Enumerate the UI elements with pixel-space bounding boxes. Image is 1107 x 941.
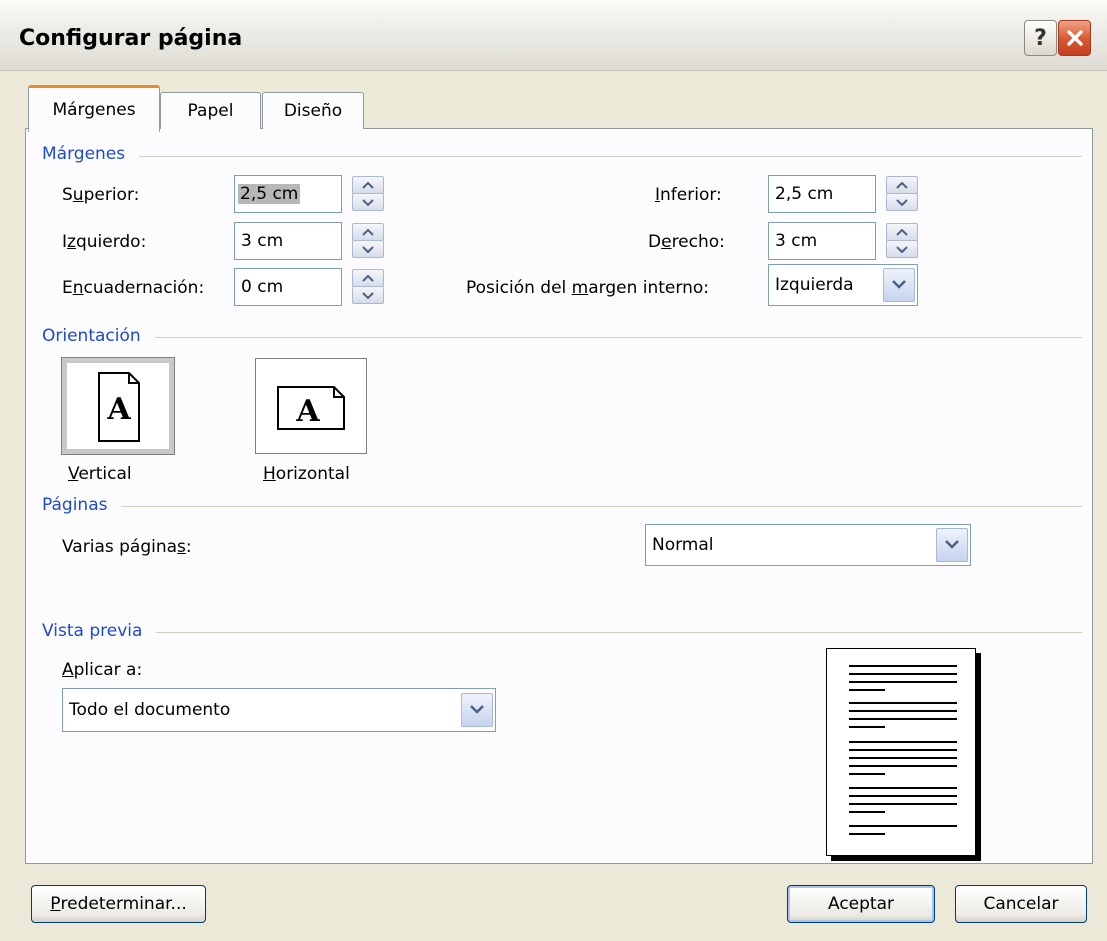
tab-label: Papel bbox=[187, 101, 234, 121]
landscape-page-icon: A bbox=[277, 386, 345, 430]
tab-diseno[interactable]: Diseño bbox=[262, 92, 364, 129]
encuadernacion-input[interactable]: 0 cm bbox=[234, 268, 342, 306]
title-bar: Configurar página ? bbox=[0, 0, 1107, 71]
arrow-up-icon bbox=[896, 229, 908, 236]
portrait-page-icon: A bbox=[98, 372, 140, 442]
tab-label: Diseño bbox=[283, 101, 343, 121]
svg-text:A: A bbox=[295, 394, 320, 429]
arrow-up-icon bbox=[362, 229, 374, 236]
section-title-paginas: Páginas bbox=[42, 495, 122, 515]
section-title-vista-previa: Vista previa bbox=[42, 621, 157, 641]
encuadernacion-spinner[interactable] bbox=[352, 269, 384, 304]
arrow-down-icon bbox=[362, 246, 374, 253]
dropdown-button[interactable] bbox=[883, 268, 915, 302]
orientation-horizontal-option[interactable]: A bbox=[255, 358, 367, 454]
izquierdo-label: Izquierdo: bbox=[62, 232, 147, 252]
close-icon bbox=[1066, 30, 1083, 46]
chevron-down-icon bbox=[470, 705, 484, 714]
arrow-down-icon bbox=[362, 199, 374, 206]
derecho-label: Derecho: bbox=[648, 232, 725, 252]
arrow-down-icon bbox=[896, 199, 908, 206]
aceptar-button[interactable]: Aceptar bbox=[787, 885, 935, 923]
varias-paginas-select[interactable]: Normal bbox=[645, 524, 971, 566]
inferior-input[interactable]: 2,5 cm bbox=[768, 175, 876, 213]
aplicar-a-label: Aplicar a: bbox=[62, 660, 143, 680]
orientation-vertical-option[interactable]: A bbox=[61, 357, 175, 455]
help-icon: ? bbox=[1034, 25, 1047, 51]
derecho-input[interactable]: 3 cm bbox=[768, 222, 876, 260]
tab-papel[interactable]: Papel bbox=[160, 92, 261, 129]
window-title: Configurar página bbox=[19, 26, 243, 51]
help-button[interactable]: ? bbox=[1024, 20, 1057, 56]
section-divider bbox=[44, 632, 1082, 633]
varias-paginas-label: Varias páginas: bbox=[62, 537, 192, 557]
inferior-label: Inferior: bbox=[655, 185, 722, 205]
page-preview bbox=[826, 648, 976, 856]
cancelar-button[interactable]: Cancelar bbox=[955, 885, 1087, 923]
section-divider bbox=[44, 337, 1082, 338]
arrow-up-icon bbox=[362, 182, 374, 189]
posicion-margen-label: Posición del margen interno: bbox=[466, 278, 709, 298]
section-divider bbox=[44, 506, 1082, 507]
dropdown-button[interactable] bbox=[461, 693, 493, 727]
encuadernacion-label: Encuadernación: bbox=[62, 278, 205, 298]
vertical-label: Vertical bbox=[68, 464, 132, 484]
close-button[interactable] bbox=[1058, 20, 1091, 56]
izquierdo-spinner[interactable] bbox=[352, 223, 384, 258]
section-title-margenes: Márgenes bbox=[42, 144, 140, 164]
tab-label: Márgenes bbox=[52, 100, 136, 120]
izquierdo-input[interactable]: 3 cm bbox=[234, 222, 342, 260]
superior-spinner[interactable] bbox=[352, 176, 384, 211]
arrow-down-icon bbox=[362, 292, 374, 299]
svg-text:A: A bbox=[106, 392, 131, 427]
superior-input[interactable]: 2,5 cm bbox=[234, 175, 342, 213]
arrow-up-icon bbox=[896, 182, 908, 189]
arrow-up-icon bbox=[362, 275, 374, 282]
aplicar-a-select[interactable]: Todo el documento bbox=[62, 688, 496, 732]
posicion-margen-select[interactable]: Izquierda bbox=[768, 264, 918, 306]
dropdown-button[interactable] bbox=[936, 528, 968, 562]
section-divider bbox=[44, 156, 1082, 157]
derecho-spinner[interactable] bbox=[886, 223, 918, 258]
arrow-down-icon bbox=[896, 246, 908, 253]
chevron-down-icon bbox=[945, 540, 959, 549]
horizontal-label: Horizontal bbox=[263, 464, 350, 484]
chevron-down-icon bbox=[892, 280, 906, 289]
section-title-orientacion: Orientación bbox=[42, 326, 155, 346]
superior-label: Superior: bbox=[62, 185, 140, 205]
predeterminar-button[interactable]: Predeterminar... bbox=[31, 885, 206, 923]
tab-margenes[interactable]: Márgenes bbox=[28, 85, 160, 132]
inferior-spinner[interactable] bbox=[886, 176, 918, 211]
